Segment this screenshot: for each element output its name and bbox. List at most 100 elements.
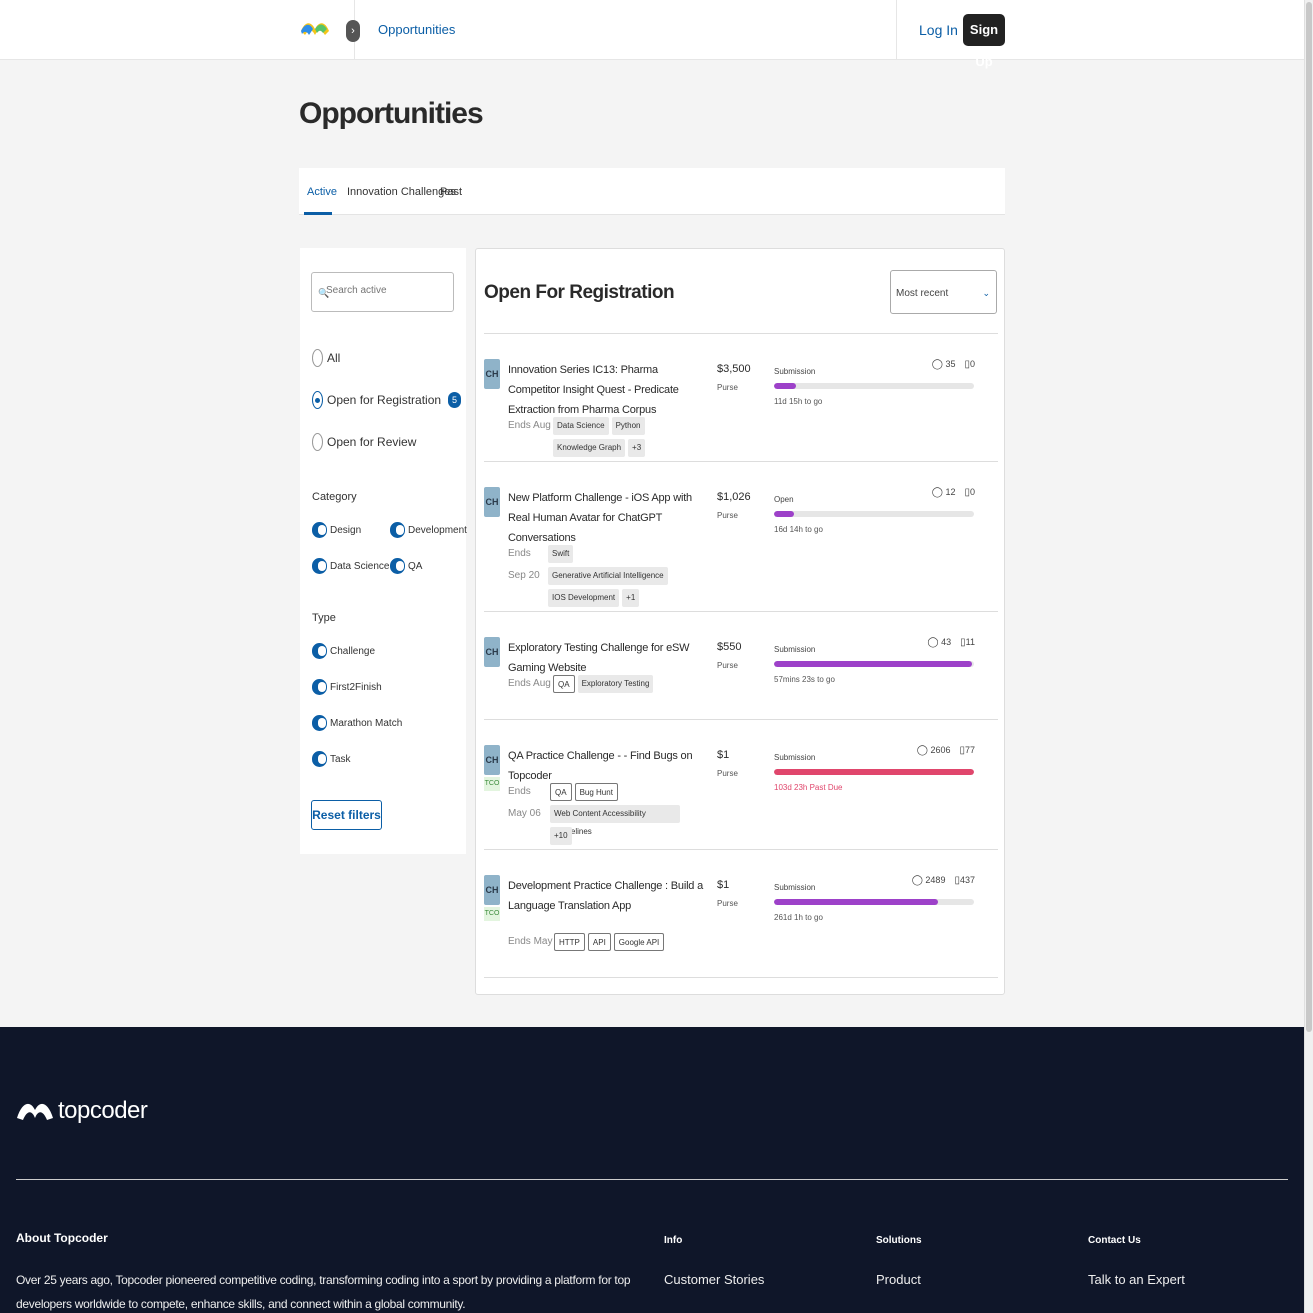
footer-logo[interactable]: topcoder <box>16 1097 148 1125</box>
tag[interactable]: Google API <box>613 933 665 951</box>
page-scrollbar[interactable] <box>1304 0 1313 1313</box>
divider <box>484 849 998 850</box>
submissions-count[interactable]: ▯11 <box>960 637 975 648</box>
search-input[interactable] <box>326 285 446 296</box>
toggle-data-science[interactable]: Data Science <box>312 558 389 574</box>
toggle-label: Data Science <box>330 560 390 572</box>
tag[interactable]: Bug Hunt <box>574 783 618 801</box>
toggle-label: Task <box>330 753 351 765</box>
divider <box>484 611 998 612</box>
radio-button[interactable] <box>312 433 323 451</box>
phase-label: Open <box>774 495 794 504</box>
login-link[interactable]: Log In <box>919 22 958 38</box>
toggle-switch[interactable] <box>312 715 327 731</box>
toggle-qa[interactable]: QA <box>390 558 422 574</box>
registrants-count[interactable]: ◯ 12 <box>932 487 956 498</box>
toggle-label: Design <box>330 524 362 536</box>
challenge-title[interactable]: QA Practice Challenge - - Find Bugs on T… <box>508 746 708 786</box>
toggle-first2finish[interactable]: First2Finish <box>312 679 382 695</box>
about-title: About Topcoder <box>16 1231 108 1245</box>
tag-list: QA Exploratory Testing <box>553 675 713 693</box>
challenge-title[interactable]: New Platform Challenge - iOS App with Re… <box>508 488 703 548</box>
scrollbar-thumb[interactable] <box>1306 2 1312 1032</box>
filter-sidebar: 🔍 All Open for Registration 5 Open for R… <box>300 248 467 854</box>
breadcrumb-opportunities[interactable]: Opportunities <box>378 22 455 37</box>
progress-bar <box>774 769 974 775</box>
status-radio-open-review[interactable]: Open for Review <box>312 433 416 451</box>
toggle-label: QA <box>408 560 423 572</box>
phase-label: Submission <box>774 367 816 376</box>
registrants-count[interactable]: ◯ 35 <box>932 359 956 370</box>
about-text: Over 25 years ago, Topcoder pioneered co… <box>16 1273 631 1311</box>
radio-button[interactable] <box>312 349 323 367</box>
tag-list: Data Science Python Knowledge Graph +3 <box>553 417 713 457</box>
toggle-switch[interactable] <box>390 522 405 538</box>
registrants-count[interactable]: ◯ 43 <box>927 637 951 648</box>
toggle-label: Development <box>408 524 467 536</box>
sort-select[interactable]: Most recent ⌄ <box>890 270 997 314</box>
registrants-count[interactable]: ◯ 2489 <box>912 875 946 886</box>
submissions-count[interactable]: ▯0 <box>964 487 975 498</box>
tag[interactable]: Web Content Accessibility Guidelines <box>550 805 680 836</box>
purse-label: Purse <box>717 383 738 392</box>
tag[interactable]: Exploratory Testing <box>577 675 654 693</box>
toggle-challenge[interactable]: Challenge <box>312 643 375 659</box>
tag[interactable]: Swift <box>548 545 574 563</box>
toggle-task[interactable]: Task <box>312 751 351 767</box>
radio-button[interactable] <box>312 391 323 409</box>
toggle-development[interactable]: Development <box>390 522 467 538</box>
phase-label: Submission <box>774 883 816 892</box>
tag[interactable]: IOS Development <box>548 589 620 607</box>
submissions-count[interactable]: ▯0 <box>964 359 975 370</box>
tag-more[interactable]: +1 <box>622 589 640 607</box>
tag[interactable]: HTTP <box>554 933 585 951</box>
toggle-switch[interactable] <box>312 558 327 574</box>
tag[interactable]: API <box>587 933 611 951</box>
search-box[interactable]: 🔍 <box>311 272 454 312</box>
submissions-count[interactable]: ▯437 <box>954 875 975 886</box>
toggle-switch[interactable] <box>390 558 405 574</box>
challenge-stats: ◯ 2606 ▯77 <box>917 745 975 756</box>
tag[interactable]: Python <box>611 417 645 435</box>
progress-bar <box>774 661 974 667</box>
challenge-title[interactable]: Development Practice Challenge : Build a… <box>508 876 703 916</box>
challenge-title[interactable]: Exploratory Testing Challenge for eSW Ga… <box>508 638 708 678</box>
topcoder-logo-icon[interactable] <box>299 17 331 41</box>
track-badge: CH <box>484 359 500 389</box>
tag[interactable]: QA <box>550 783 572 801</box>
tag-list: HTTP API Google API <box>554 933 714 951</box>
toggle-switch[interactable] <box>312 643 327 659</box>
registrants-count[interactable]: ◯ 2606 <box>917 745 951 756</box>
footer-link-customer-stories[interactable]: Customer Stories <box>664 1272 764 1287</box>
toggle-marathon-match[interactable]: Marathon Match <box>312 715 402 731</box>
tag-more[interactable]: +3 <box>628 439 646 457</box>
tag[interactable]: Data Science <box>553 417 609 435</box>
reset-filters-button[interactable]: Reset filters <box>311 800 382 830</box>
tab-past[interactable]: Past <box>440 186 462 198</box>
toggle-switch[interactable] <box>312 679 327 695</box>
purse-label: Purse <box>717 769 738 778</box>
radio-label: Open for Registration <box>327 393 442 407</box>
status-radio-open-registration[interactable]: Open for Registration 5 <box>312 391 462 409</box>
radio-label: Open for Review <box>327 435 417 449</box>
toggle-design[interactable]: Design <box>312 522 361 538</box>
signup-button[interactable]: Sign Up <box>963 14 1005 69</box>
tag-more[interactable]: +10 <box>550 827 572 845</box>
tag[interactable]: QA <box>553 675 575 693</box>
toggle-switch[interactable] <box>312 522 327 538</box>
progress-fill <box>774 661 972 667</box>
footer-link-talk-to-expert[interactable]: Talk to an Expert <box>1088 1272 1185 1287</box>
top-header: › Opportunities Log In Sign Up <box>0 0 1304 69</box>
submissions-count[interactable]: ▯77 <box>959 745 975 756</box>
tco-badge: TCO <box>484 907 500 921</box>
footer-link-product[interactable]: Product <box>876 1272 921 1287</box>
toggle-label: First2Finish <box>330 681 382 693</box>
toggle-switch[interactable] <box>312 751 327 767</box>
status-radio-all[interactable]: All <box>312 349 340 367</box>
challenge-title[interactable]: Innovation Series IC13: Pharma Competito… <box>508 360 703 420</box>
tag[interactable]: Knowledge Graph <box>553 439 626 457</box>
user-icon: ◯ <box>911 875 923 886</box>
tab-active[interactable]: Active <box>307 186 337 198</box>
tag[interactable]: Generative Artificial Intelligence <box>548 567 668 585</box>
chevron-right-icon: › <box>346 20 360 42</box>
